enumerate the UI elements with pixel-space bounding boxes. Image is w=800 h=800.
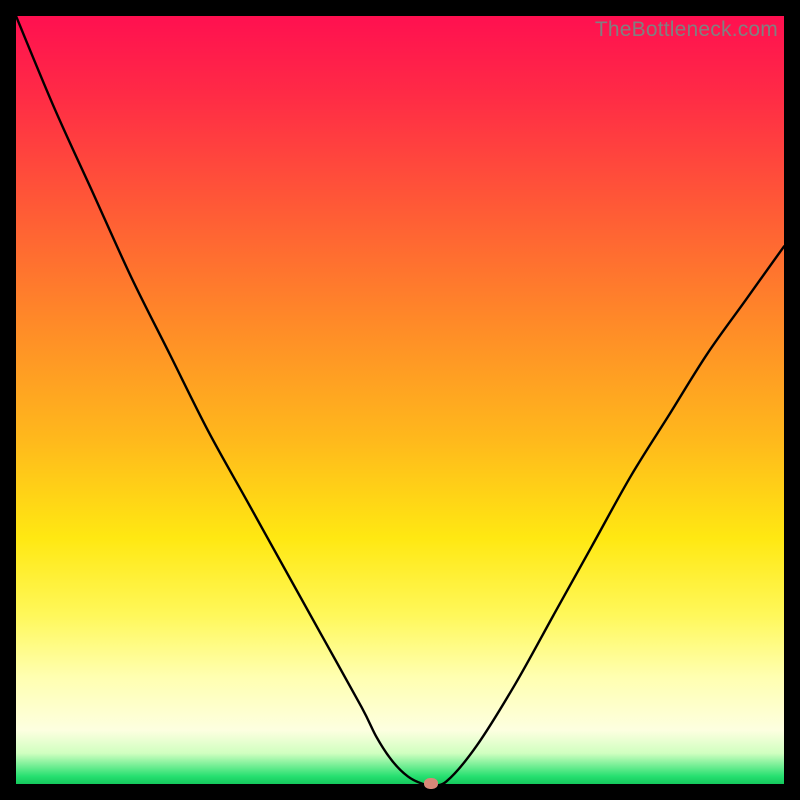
curve-path <box>16 16 784 784</box>
plot-area: TheBottleneck.com <box>16 16 784 784</box>
optimum-marker <box>424 778 438 789</box>
bottleneck-curve <box>16 16 784 784</box>
chart-frame: TheBottleneck.com <box>0 0 800 800</box>
